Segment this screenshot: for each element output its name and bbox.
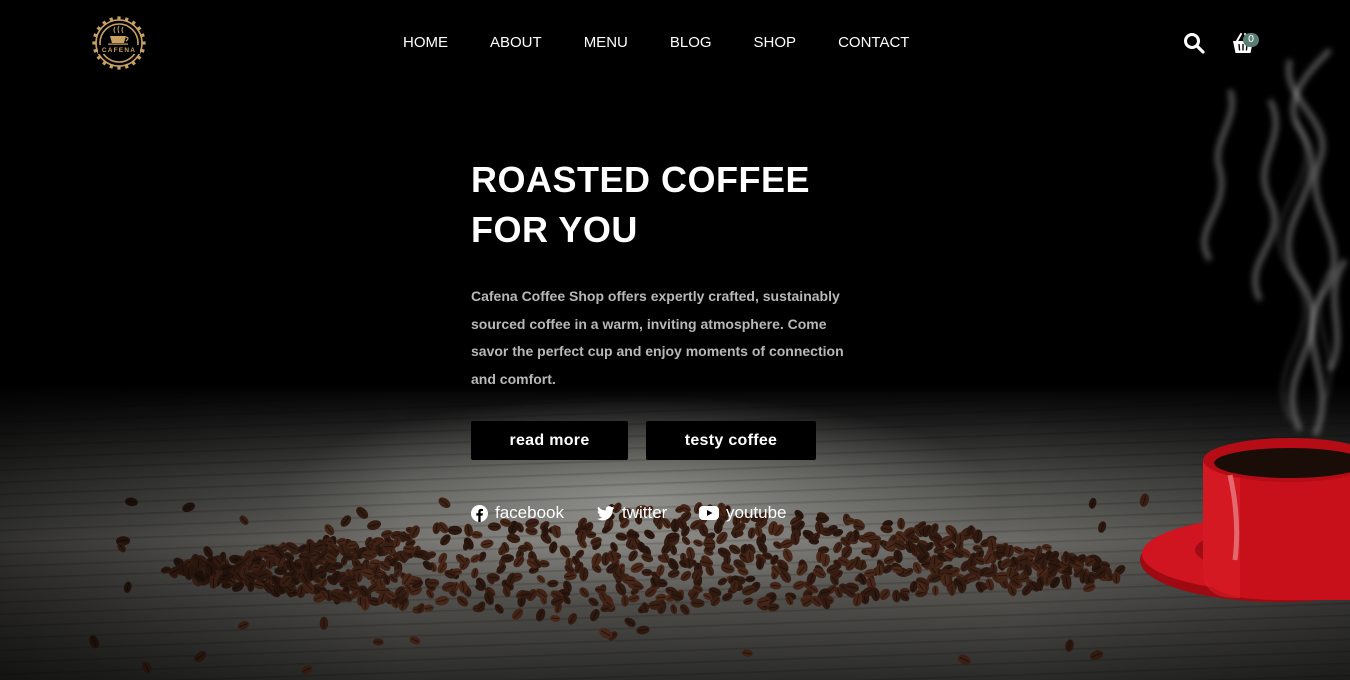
hero-description: Cafena Coffee Shop offers expertly craft… [471,288,844,387]
testy-coffee-button[interactable]: testy coffee [646,421,816,460]
nav-contact[interactable]: CONTACT [838,34,909,52]
twitter-icon [597,505,615,520]
facebook-link[interactable]: facebook [471,503,564,523]
red-coffee-cup-image [1140,438,1350,602]
main-navbar: CAFENA HOME ABOUT MENU BLOG SHOP CONTACT… [0,0,1350,86]
twitter-label: twitter [622,503,668,522]
cafena-logo[interactable]: CAFENA [90,14,148,72]
nav-menu-link[interactable]: MENU [584,34,628,52]
read-more-button[interactable]: read more [471,421,628,460]
nav-menu: HOME ABOUT MENU BLOG SHOP CONTACT [403,34,909,52]
nav-home[interactable]: HOME [403,34,448,52]
facebook-icon [471,504,488,522]
youtube-link[interactable]: youtube [699,503,787,523]
hero-title-line2: FOR YOU [471,209,638,250]
youtube-label: youtube [726,503,787,522]
youtube-icon [699,506,719,520]
cart-count-badge: 0 [1243,33,1259,47]
facebook-label: facebook [495,503,564,522]
steam-smoke-image [1201,47,1348,437]
twitter-link[interactable]: twitter [597,503,667,523]
hero-title: ROASTED COFFEE FOR YOU [471,155,891,255]
nav-about[interactable]: ABOUT [490,34,542,52]
svg-text:CAFENA: CAFENA [102,47,136,54]
hero-title-line1: ROASTED COFFEE [471,159,811,200]
nav-shop[interactable]: SHOP [754,34,797,52]
nav-blog[interactable]: BLOG [670,34,712,52]
search-icon[interactable] [1183,32,1205,54]
